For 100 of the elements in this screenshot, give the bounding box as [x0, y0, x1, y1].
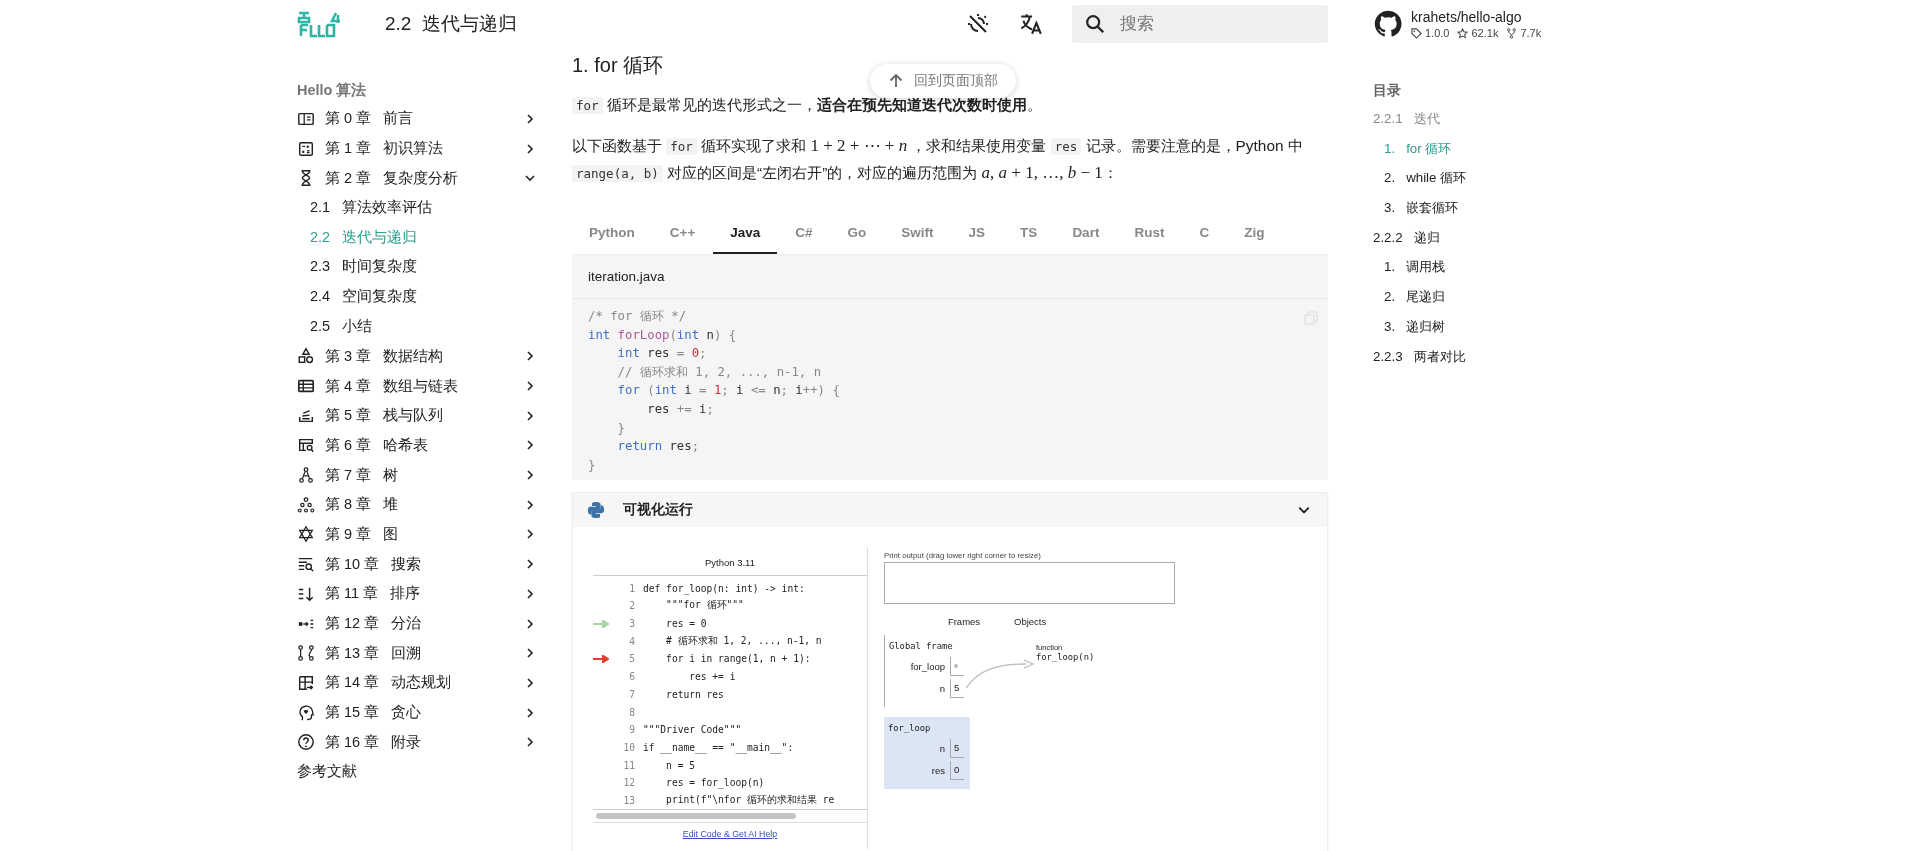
calculator-icon: [297, 139, 315, 158]
object-value: for_loop(n): [1036, 652, 1095, 663]
line-number: 7: [628, 688, 635, 700]
hierarchy-icon: [297, 495, 315, 514]
github-icon[interactable]: [1373, 9, 1403, 39]
grid-icon: [297, 673, 315, 692]
shapes-icon: [297, 347, 315, 366]
arrow-right-icon: [593, 654, 609, 663]
code-line: """for 循环""": [665, 599, 744, 613]
variable-value: 5: [950, 738, 964, 758]
language-tab[interactable]: Dart: [1055, 215, 1117, 254]
code-line: res = 0: [665, 618, 707, 630]
nav-item[interactable]: 第 3 章 数据结构: [297, 341, 540, 372]
toc-link[interactable]: 3. 递归树: [1373, 311, 1446, 342]
nav-item[interactable]: 第 14 章 动态规划: [297, 668, 540, 698]
toc-link[interactable]: 2.2.2 递归: [1373, 222, 1440, 253]
variable-value: 5: [950, 678, 964, 698]
line-number: 13: [622, 794, 635, 806]
line-number: 11: [622, 759, 635, 771]
toc-link[interactable]: 1. 调用栈: [1373, 252, 1446, 283]
nav-item[interactable]: 参考文献: [297, 757, 357, 787]
language-tab[interactable]: C: [1182, 215, 1227, 254]
language-tab[interactable]: JS: [951, 215, 1003, 254]
version-label: 1.0.0: [1425, 27, 1450, 39]
code-line: res += i: [688, 671, 736, 683]
nav-item[interactable]: 第 0 章 前言: [297, 104, 540, 134]
nav-item[interactable]: 第 1 章 初识算法: [297, 133, 540, 164]
nav-item[interactable]: 第 16 章 附录: [297, 727, 540, 758]
variable-name: n: [939, 742, 945, 754]
back-to-top-button[interactable]: 回到页面顶部: [870, 64, 1016, 98]
code-line: def for_loop(n: int) -> int:: [643, 582, 805, 594]
variable-name: res: [931, 764, 945, 776]
language-tab[interactable]: Go: [830, 215, 884, 254]
edit-code-link[interactable]: Edit Code & Get AI Help: [682, 829, 778, 840]
code-line: """Driver Code""": [643, 724, 742, 736]
repo-name[interactable]: krahets/hello-algo: [1411, 9, 1547, 25]
search-field[interactable]: 搜索: [1072, 5, 1328, 43]
line-number: 12: [622, 777, 635, 789]
translate-icon[interactable]: [1018, 11, 1044, 37]
page-title: 2.2 迭代与递归: [385, 12, 517, 36]
line-number: 5: [628, 653, 635, 665]
arrow-up-icon: [888, 73, 904, 89]
nav-item[interactable]: 第 8 章 堆: [297, 489, 540, 520]
line-number: 2: [628, 600, 635, 612]
visualizer-header[interactable]: 可视化运行: [573, 493, 1327, 528]
language-tab[interactable]: Python: [572, 215, 652, 254]
nav-item[interactable]: 第 11 章 排序: [297, 579, 540, 609]
nav-item[interactable]: 第 2 章 复杂度分析: [297, 163, 540, 194]
list-search-icon: [297, 555, 315, 574]
file-name: iteration.java: [572, 255, 1328, 299]
nav-subitem[interactable]: 2.5 小结: [297, 311, 373, 342]
toc-link[interactable]: 2.2.1 迭代: [1373, 104, 1440, 134]
line-number: 1: [628, 582, 635, 594]
nav-subitem[interactable]: 2.2 迭代与递归: [297, 222, 418, 253]
language-tab[interactable]: C++: [652, 215, 713, 254]
variable-name: n: [939, 682, 945, 694]
tag-icon: [1411, 27, 1422, 39]
language-tab[interactable]: Zig: [1227, 215, 1282, 254]
nav-item[interactable]: 第 15 章 贪心: [297, 697, 540, 728]
fork-count: 7.7k: [1520, 27, 1542, 39]
language-tab[interactable]: C#: [778, 215, 830, 254]
frame-title: Global frame: [889, 641, 953, 652]
toc-link[interactable]: 3. 嵌套循环: [1373, 193, 1459, 223]
nav-item[interactable]: 第 6 章 哈希表: [297, 430, 540, 461]
search-icon: [1084, 13, 1106, 35]
language-tab[interactable]: Rust: [1117, 215, 1182, 254]
language-label: Python 3.11: [593, 547, 867, 577]
nav-item[interactable]: 第 12 章 分治: [297, 608, 540, 639]
language-tab[interactable]: Swift: [884, 215, 951, 254]
python-icon: [587, 501, 605, 520]
pointer-cell: [950, 656, 964, 676]
line-number: 4: [628, 635, 635, 647]
language-tab[interactable]: TS: [1003, 215, 1055, 254]
line-number: 10: [622, 741, 635, 753]
head-heart-icon: [297, 703, 315, 722]
nav-item[interactable]: 第 7 章 树: [297, 460, 540, 490]
objects-label: Objects: [1014, 616, 1048, 628]
line-number: 8: [628, 706, 635, 718]
star-count: 62.1k: [1471, 27, 1499, 39]
nav-item[interactable]: 第 9 章 图: [297, 519, 540, 550]
variable-value: 0: [950, 760, 964, 780]
nav-subitem[interactable]: 2.3 时间复杂度: [297, 252, 418, 283]
logo-icon[interactable]: [297, 9, 341, 39]
nav-item[interactable]: 第 10 章 搜索: [297, 549, 540, 579]
nav-subitem[interactable]: 2.4 空间复杂度: [297, 282, 418, 312]
variable-name: for_loop: [910, 660, 945, 672]
code-line: return res: [665, 688, 724, 700]
help-icon: [297, 733, 315, 752]
toc-link[interactable]: 2. 尾递归: [1373, 282, 1446, 312]
nav-item[interactable]: 第 4 章 数组与链表: [297, 371, 540, 401]
nav-item[interactable]: 第 13 章 回溯: [297, 638, 540, 669]
nav-subitem[interactable]: 2.1 算法效率评估: [297, 193, 433, 223]
code-line: print(f"\nfor 循环的求和结果 re: [665, 793, 835, 807]
nav-item[interactable]: 第 5 章 栈与队列: [297, 400, 540, 431]
table-search-icon: [297, 436, 315, 455]
toc-link[interactable]: 2.2.3 两者对比: [1373, 341, 1466, 372]
toc-link[interactable]: 2. while 循环: [1373, 163, 1467, 194]
scrollbar[interactable]: [593, 810, 867, 824]
toc-link[interactable]: 1. for 循环: [1373, 133, 1452, 164]
print-output-field[interactable]: [884, 562, 1175, 605]
